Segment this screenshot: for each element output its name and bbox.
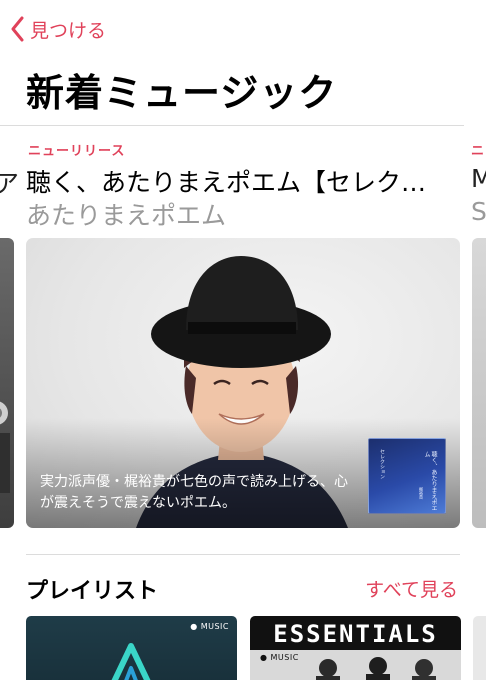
playlist-1-badge: MUSIC bbox=[200, 622, 229, 631]
album-art-selection: セレクション bbox=[379, 449, 385, 479]
page-title: 新着ミュージック bbox=[26, 71, 338, 115]
header-divider bbox=[0, 125, 464, 126]
next-item-subtitle: S bbox=[471, 197, 486, 226]
prev-item-title: ア bbox=[0, 169, 20, 198]
next-item-label: ニ bbox=[471, 144, 485, 159]
next-item-title: M bbox=[471, 164, 486, 193]
apple-logo-icon: ● bbox=[190, 622, 198, 631]
featured-title[interactable]: 聴く、あたりまえポエム【セレク… bbox=[26, 163, 456, 199]
section-divider bbox=[26, 554, 460, 555]
album-artwork: 聴く、あたりまえポエム セレクション 梶裕貴 bbox=[368, 438, 446, 514]
back-label: 見つける bbox=[30, 19, 107, 42]
see-all-link[interactable]: すべて見る bbox=[365, 575, 458, 602]
featured-artist[interactable]: あたりまえポエム bbox=[26, 196, 226, 232]
playlist-card-1[interactable]: ● MUSIC bbox=[26, 616, 237, 680]
next-item-card[interactable] bbox=[472, 238, 486, 528]
new-release-label: ニューリリース bbox=[28, 144, 126, 159]
prev-item-art bbox=[0, 401, 10, 493]
playlist-2-artwork bbox=[316, 657, 436, 680]
playlist-card-3[interactable] bbox=[473, 616, 486, 680]
playlists-heading: プレイリスト bbox=[26, 579, 159, 604]
featured-card[interactable]: 実力派声優・梶裕貴が七色の声で読み上げる、心が震えそうで震えないポエム。 聴く、… bbox=[26, 238, 460, 528]
playlist-card-2[interactable]: ESSENTIALS ● MUSIC bbox=[250, 616, 461, 680]
playlist-2-title: ESSENTIALS bbox=[273, 620, 438, 648]
album-art-artist: 梶裕貴 bbox=[419, 487, 424, 499]
back-button[interactable]: 見つける bbox=[10, 14, 106, 44]
album-art-title: 聴く、あたりまえポエム bbox=[423, 451, 437, 511]
prev-item-card[interactable] bbox=[0, 238, 14, 528]
apple-music-badge: ● MUSIC bbox=[190, 622, 229, 631]
chevron-left-icon bbox=[11, 16, 24, 42]
featured-description: 実力派声優・梶裕貴が七色の声で読み上げる、心が震えそうで震えないポエム。 bbox=[40, 474, 348, 511]
